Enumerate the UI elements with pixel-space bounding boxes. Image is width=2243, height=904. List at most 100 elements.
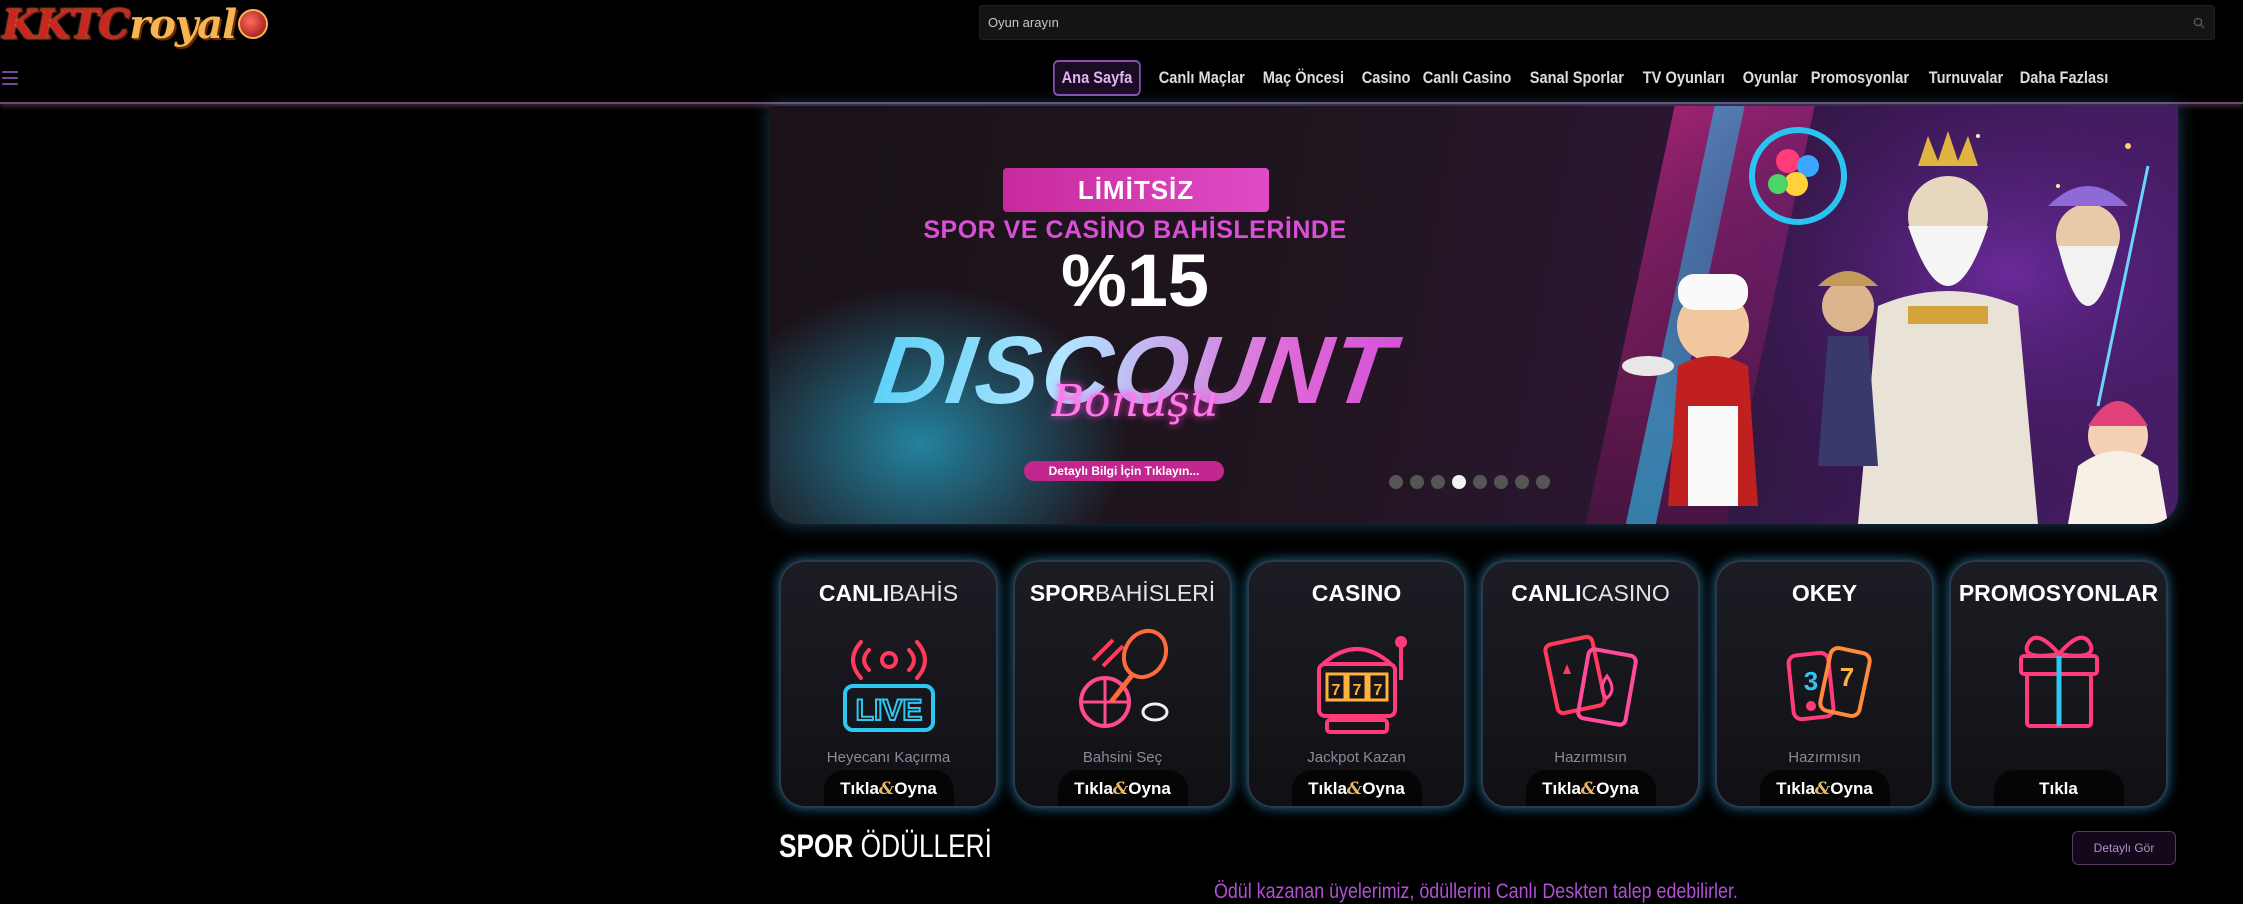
category-cards: CANLIBAHİS LIVE Heyecanı Kaçırma Tıkla & O… bbox=[779, 560, 2168, 808]
card-title: CANLICASINO bbox=[1483, 580, 1698, 607]
svg-text:LIVE: LIVE bbox=[855, 694, 922, 727]
slider-dot-7[interactable] bbox=[1515, 475, 1529, 489]
nav-item-ana-sayfa[interactable]: Ana Sayfa bbox=[1053, 60, 1141, 96]
card-casino[interactable]: CASINO 7 7 7 Jackpot Kazan Tıkla & Oyna bbox=[1247, 560, 1466, 808]
slider-dot-3[interactable] bbox=[1431, 475, 1445, 489]
logo-text-a: KKTC bbox=[2, 0, 130, 48]
slider-dot-8[interactable] bbox=[1536, 475, 1550, 489]
card-title: SPORBAHİSLERİ bbox=[1015, 580, 1230, 607]
slot-machine-icon: 7 7 7 bbox=[1316, 636, 1407, 734]
card-spor-bahisleri[interactable]: SPORBAHİSLERİ Bahsini Seç Tıkla & Oyna bbox=[1013, 560, 1232, 808]
btn-text-a: Tıkla bbox=[1542, 779, 1581, 798]
rewards-note-link[interactable]: Ödül kazanan üyelerimiz, ödüllerini Canl… bbox=[1214, 880, 1738, 904]
card-subtitle: Heyecanı Kaçırma bbox=[826, 749, 951, 766]
card-play-button[interactable]: Tıkla & Oyna bbox=[1057, 770, 1188, 806]
slider-dot-6[interactable] bbox=[1494, 475, 1508, 489]
nav-item-casino[interactable]: Casino bbox=[1354, 60, 1418, 96]
btn-amp: & bbox=[1346, 779, 1363, 799]
btn-text-a: Tıkla bbox=[1776, 779, 1815, 798]
card-title-thin: CASINO bbox=[1581, 580, 1670, 606]
banner-script-text: Bonuşu bbox=[1051, 376, 1219, 427]
search-bar bbox=[979, 5, 2215, 40]
section-title-thin: ÖDÜLLERİ bbox=[860, 828, 992, 864]
slider-dot-2[interactable] bbox=[1410, 475, 1424, 489]
nav-item-promosyonlar[interactable]: Promosyonlar bbox=[1803, 60, 1917, 96]
nav-item-canli-maclar[interactable]: Canlı Maçlar bbox=[1151, 60, 1253, 96]
card-title: PROMOSYONLAR bbox=[1951, 580, 2166, 607]
section-title-bold: SPOR bbox=[779, 828, 854, 864]
card-okey[interactable]: OKEY 3 7 Hazırmısın Tıkla & Oyna bbox=[1715, 560, 1934, 808]
btn-amp: & bbox=[878, 779, 895, 799]
btn-text-b: Oyna bbox=[894, 779, 937, 798]
card-canli-casino[interactable]: CANLICASINO Hazırmısın Tıkla & Oyna bbox=[1481, 560, 1700, 808]
btn-text-b: Oyna bbox=[1362, 779, 1405, 798]
card-title: CASINO bbox=[1249, 580, 1464, 607]
nav-item-tv-oyunlari[interactable]: TV Oyunları bbox=[1635, 60, 1733, 96]
promo-banner[interactable]: LİMİTSİZ SPOR VE CASİNO BAHİSLERİNDE %15… bbox=[770, 106, 2178, 524]
card-title-bold: CANLI bbox=[818, 580, 890, 606]
card-promosyonlar[interactable]: PROMOSYONLAR Tıkla bbox=[1949, 560, 2168, 808]
main-nav: Ana Sayfa Canlı Maçlar Maç Öncesi Casino… bbox=[1053, 60, 2119, 96]
svg-text:7: 7 bbox=[1373, 682, 1382, 699]
card-title-bold: CASINO bbox=[1311, 580, 1402, 606]
banner-percent: %15 bbox=[1060, 239, 1210, 322]
svg-text:7: 7 bbox=[1839, 662, 1853, 692]
slider-dot-4[interactable] bbox=[1452, 475, 1466, 489]
btn-amp: & bbox=[1112, 779, 1129, 799]
card-play-button[interactable]: Tıkla & Oyna bbox=[1291, 770, 1422, 806]
btn-amp: & bbox=[1814, 779, 1831, 799]
nav-item-turnuvalar[interactable]: Turnuvalar bbox=[1921, 60, 2011, 96]
banner-tag: LİMİTSİZ bbox=[1003, 168, 1269, 212]
btn-text-a: Tıkla bbox=[840, 779, 879, 798]
btn-text-a: Tıkla bbox=[1074, 779, 1113, 798]
card-title-bold: PROMOSYONLAR bbox=[1958, 580, 2159, 606]
logo-text-b: royal bbox=[129, 0, 237, 48]
banner-characters-illustration bbox=[1618, 106, 2178, 524]
card-title-thin: BAHİS bbox=[889, 580, 959, 606]
slider-dots bbox=[1389, 475, 1550, 489]
card-title-bold: SPOR bbox=[1029, 580, 1096, 606]
card-play-button[interactable]: Tıkla bbox=[1993, 770, 2124, 806]
top-header: KKTCroyal Ana Sayfa Canlı Maçlar Maç Önc… bbox=[0, 0, 2243, 104]
live-icon: LIVE bbox=[842, 640, 935, 732]
card-subtitle: Bahsini Seç bbox=[1082, 749, 1163, 766]
nav-item-daha-fazlasi[interactable]: Daha Fazlası bbox=[2012, 60, 2116, 96]
card-subtitle: Hazırmısın bbox=[1788, 749, 1861, 766]
svg-text:7: 7 bbox=[1352, 682, 1361, 699]
nav-item-canli-casino[interactable]: Canlı Casino bbox=[1415, 60, 1519, 96]
btn-text-b: Oyna bbox=[1128, 779, 1171, 798]
section-title-spor-odulleri: SPOR ÖDÜLLERİ bbox=[779, 828, 992, 865]
okey-tiles-icon: 3 7 bbox=[1786, 646, 1872, 722]
card-play-button[interactable]: Tıkla & Oyna bbox=[823, 770, 954, 806]
detail-view-button[interactable]: Detaylı Gör bbox=[2072, 831, 2176, 865]
card-play-button[interactable]: Tıkla & Oyna bbox=[1759, 770, 1890, 806]
card-subtitle: Jackpot Kazan bbox=[1307, 749, 1406, 766]
site-logo[interactable]: KKTC royal bbox=[2, 0, 269, 48]
search-icon[interactable] bbox=[2184, 17, 2214, 29]
cards-icon bbox=[1542, 634, 1638, 727]
card-subtitle: Hazırmısın bbox=[1554, 749, 1627, 766]
menu-hamburger-icon[interactable] bbox=[2, 71, 18, 85]
logo-badge-icon bbox=[238, 9, 269, 39]
sports-icon bbox=[1078, 628, 1168, 728]
slider-dot-1[interactable] bbox=[1389, 475, 1403, 489]
btn-text-a: Tıkla bbox=[2039, 779, 2078, 798]
btn-text-a: Tıkla bbox=[1308, 779, 1347, 798]
btn-text-b: Oyna bbox=[1830, 779, 1873, 798]
card-title-bold: CANLI bbox=[1511, 580, 1582, 606]
btn-amp: & bbox=[1580, 779, 1597, 799]
nav-item-mac-oncesi[interactable]: Maç Öncesi bbox=[1255, 60, 1352, 96]
card-title: CANLIBAHİS bbox=[781, 580, 996, 607]
card-title-thin: BAHİSLERİ bbox=[1095, 580, 1216, 606]
search-input[interactable] bbox=[980, 15, 2184, 30]
banner-cta-button[interactable]: Detaylı Bilgi İçin Tıklayın... bbox=[1024, 461, 1224, 481]
card-canli-bahis[interactable]: CANLIBAHİS LIVE Heyecanı Kaçırma Tıkla & O… bbox=[779, 560, 998, 808]
slider-dot-5[interactable] bbox=[1473, 475, 1487, 489]
card-title-bold: OKEY bbox=[1791, 580, 1858, 606]
card-play-button[interactable]: Tıkla & Oyna bbox=[1525, 770, 1656, 806]
nav-item-sanal-sporlar[interactable]: Sanal Sporlar bbox=[1522, 60, 1632, 96]
gift-icon bbox=[2018, 635, 2099, 728]
card-title: OKEY bbox=[1717, 580, 1932, 607]
nav-item-oyunlar[interactable]: Oyunlar bbox=[1735, 60, 1806, 96]
svg-text:3: 3 bbox=[1803, 666, 1817, 696]
